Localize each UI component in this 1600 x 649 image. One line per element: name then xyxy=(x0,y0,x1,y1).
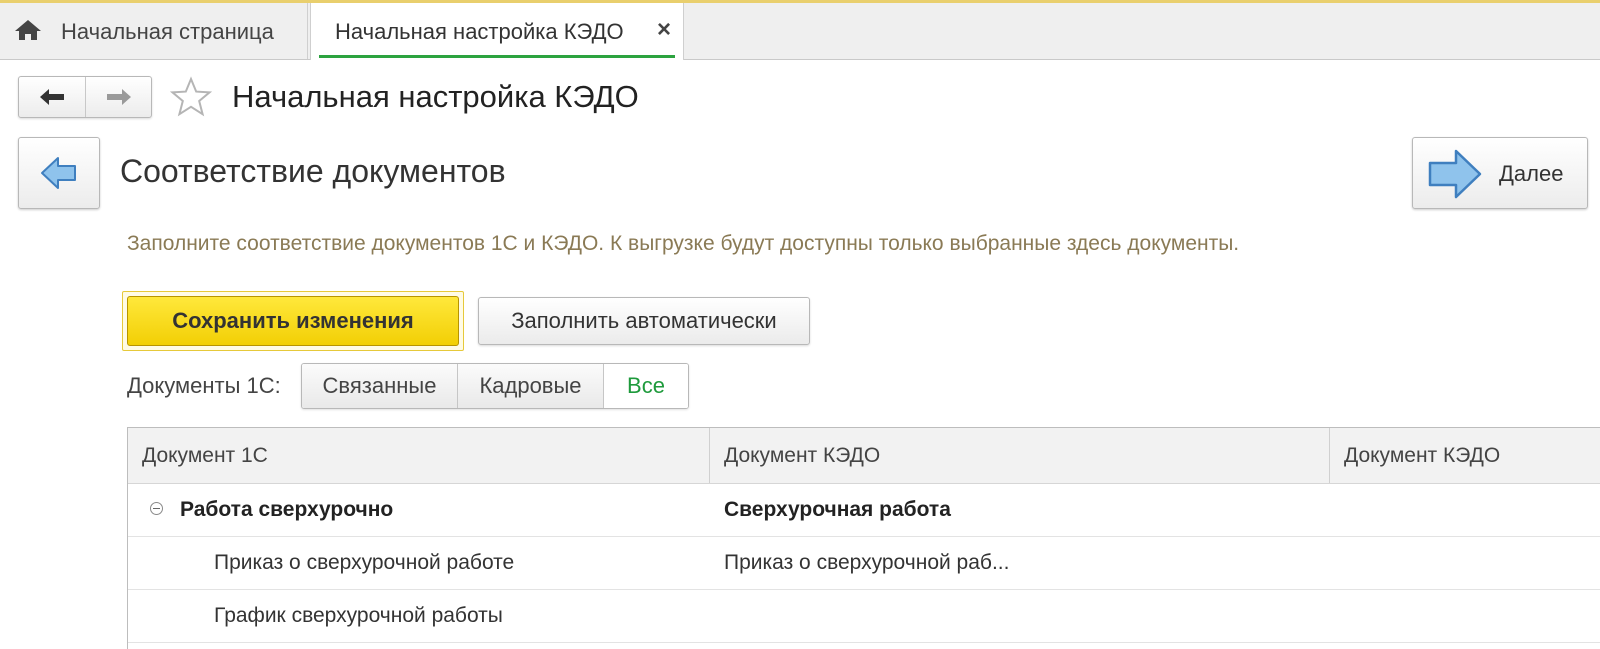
table-row[interactable]: График сверхурочной работы xyxy=(128,589,1600,643)
next-button-label: Далее xyxy=(1499,161,1564,186)
step-back-arrow-icon xyxy=(41,157,76,189)
cell-doc-1c: Приказ о сверхурочной работе xyxy=(214,551,515,574)
tab-home-label: Начальная страница xyxy=(61,19,274,44)
forward-button[interactable] xyxy=(86,77,152,117)
cell-doc-1c: Работа сверхурочно xyxy=(180,498,394,521)
home-icon xyxy=(14,19,42,41)
history-nav xyxy=(18,76,152,118)
arrow-right-icon xyxy=(107,89,131,105)
page-title: Начальная настройка КЭДО xyxy=(232,79,639,114)
filter-option-hr[interactable]: Кадровые xyxy=(458,364,604,408)
table-header: Документ 1С Документ КЭДО Документ КЭДО xyxy=(128,428,1600,484)
document-filter: Связанные Кадровые Все xyxy=(301,363,689,409)
step-title: Соответствие документов xyxy=(120,153,506,189)
tab-home[interactable]: Начальная страница xyxy=(0,3,308,59)
star-icon[interactable] xyxy=(169,76,213,118)
close-icon[interactable]: × xyxy=(657,16,671,44)
table-row[interactable]: Работа сверхурочно Сверхурочная работа xyxy=(128,483,1600,537)
filter-option-all[interactable]: Все xyxy=(604,364,688,408)
tab-initial-setup[interactable]: Начальная настройка КЭДО × xyxy=(310,3,684,60)
step-back-button[interactable] xyxy=(18,137,100,209)
save-button-focus-frame: Сохранить изменения xyxy=(122,291,464,351)
tab-initial-setup-label: Начальная настройка КЭДО xyxy=(335,19,624,44)
filter-option-linked[interactable]: Связанные xyxy=(302,364,458,408)
active-tab-indicator xyxy=(319,55,675,58)
column-header-doc-kedo-2[interactable]: Документ КЭДО xyxy=(1330,428,1600,483)
next-button[interactable]: Далее xyxy=(1412,137,1588,209)
hint-text: Заполните соответствие документов 1С и К… xyxy=(127,232,1240,255)
table-row[interactable]: Приказ о сверхурочной работе Приказ о св… xyxy=(128,536,1600,590)
cell-doc-kedo: Приказ о сверхурочной раб... xyxy=(724,551,1010,574)
documents-table: Документ 1С Документ КЭДО Документ КЭДО … xyxy=(127,427,1600,649)
arrow-left-icon xyxy=(40,89,64,105)
collapse-icon[interactable] xyxy=(150,502,163,515)
column-header-doc-1c[interactable]: Документ 1С xyxy=(128,428,710,483)
back-button[interactable] xyxy=(19,77,86,117)
cell-doc-kedo: Сверхурочная работа xyxy=(724,498,951,521)
arrow-next-icon xyxy=(1428,149,1482,199)
cell-doc-1c: График сверхурочной работы xyxy=(214,604,503,627)
filter-label: Документы 1С: xyxy=(127,373,281,398)
save-button[interactable]: Сохранить изменения xyxy=(127,296,459,346)
tab-bar: Начальная страница Начальная настройка К… xyxy=(0,3,1600,60)
column-header-doc-kedo[interactable]: Документ КЭДО xyxy=(710,428,1330,483)
autofill-button[interactable]: Заполнить автоматически xyxy=(478,297,810,345)
